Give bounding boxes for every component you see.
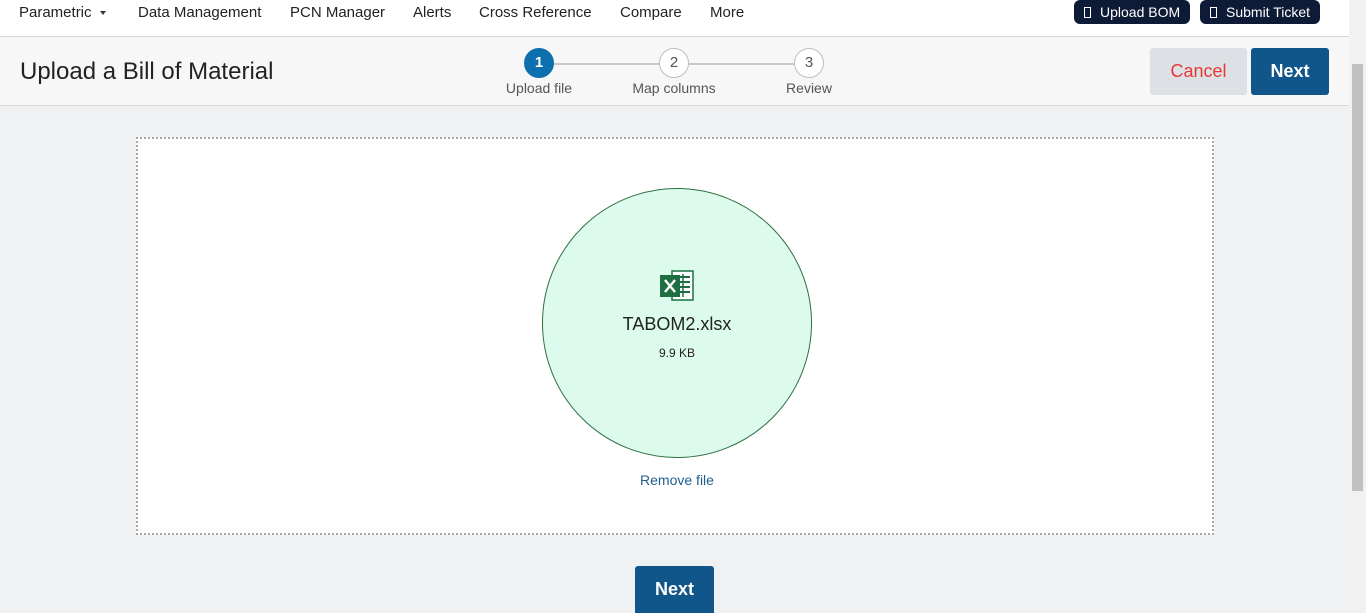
upload-bom-button[interactable]: Upload BOM — [1074, 0, 1191, 24]
nav-item-parametric[interactable]: Parametric — [19, 4, 106, 21]
page-title: Upload a Bill of Material — [20, 58, 274, 85]
nav-item-label: Parametric — [19, 4, 92, 21]
nav-item-more[interactable]: More — [710, 4, 744, 21]
step-3-circle: 3 — [794, 48, 824, 78]
page-header: Upload a Bill of Material 1 2 3 Upload f… — [0, 37, 1349, 106]
top-navigation: Parametric Data Management PCN Manager A… — [0, 0, 1349, 37]
file-dropzone[interactable]: TABOM2.xlsx 9.9 KB Remove file — [136, 137, 1214, 535]
nav-item-compare[interactable]: Compare — [620, 4, 682, 21]
ticket-icon — [1210, 7, 1217, 18]
uploaded-file-circle: TABOM2.xlsx 9.9 KB — [542, 188, 812, 458]
step-2-circle: 2 — [659, 48, 689, 78]
excel-icon — [660, 270, 694, 301]
nav-item-cross-reference[interactable]: Cross Reference — [479, 4, 592, 21]
stepper-connector — [689, 63, 795, 65]
upload-bom-label: Upload BOM — [1100, 4, 1181, 20]
file-name: TABOM2.xlsx — [622, 314, 732, 334]
stepper-connector — [554, 63, 660, 65]
cancel-button[interactable]: Cancel — [1150, 48, 1247, 95]
submit-ticket-button[interactable]: Submit Ticket — [1200, 0, 1321, 24]
step-3-label: Review — [786, 80, 832, 96]
scrollbar-thumb[interactable] — [1352, 64, 1363, 491]
next-button-footer[interactable]: Next — [635, 566, 714, 613]
nav-item-data-management[interactable]: Data Management — [138, 4, 261, 21]
step-1-label: Upload file — [505, 80, 573, 96]
nav-item-alerts[interactable]: Alerts — [413, 4, 451, 21]
nav-item-pcn-manager[interactable]: PCN Manager — [290, 4, 385, 21]
remove-file-link[interactable]: Remove file — [542, 472, 812, 488]
upload-icon — [1084, 7, 1091, 18]
file-size: 9.9 KB — [658, 346, 696, 360]
submit-ticket-label: Submit Ticket — [1226, 4, 1311, 20]
step-2-label: Map columns — [632, 80, 716, 96]
caret-down-icon — [99, 11, 106, 16]
next-button-header[interactable]: Next — [1251, 48, 1329, 95]
step-1-circle: 1 — [524, 48, 554, 78]
